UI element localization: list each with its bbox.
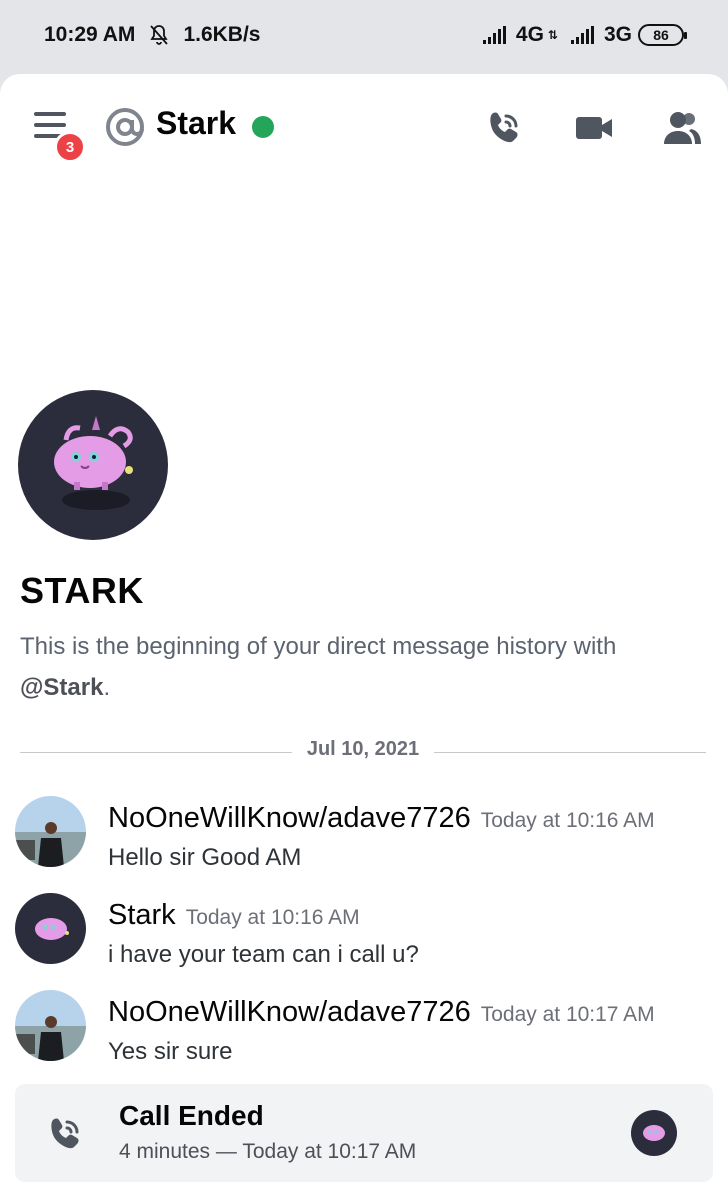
call-ended-card[interactable]: Call Ended 4 minutes — Today at 10:17 AM — [15, 1084, 713, 1182]
message-timestamp: Today at 10:16 AM — [185, 906, 360, 929]
message-timestamp: Today at 10:16 AM — [480, 809, 655, 832]
online-status-dot — [252, 116, 274, 138]
user-avatar[interactable] — [15, 796, 86, 867]
dm-panel: 3 Stark STARK This is the beginning of y… — [0, 74, 728, 1200]
message-timestamp: Today at 10:17 AM — [480, 1003, 655, 1026]
network-type-2: 3G — [603, 23, 632, 46]
at-sign-icon — [106, 108, 144, 146]
welcome-message: This is the beginning of your direct mes… — [20, 626, 700, 708]
message-content: Hello sir Good AM — [108, 844, 302, 871]
data-arrows-icon: ⇅ — [547, 28, 558, 42]
user-avatar[interactable] — [15, 990, 86, 1061]
author-name[interactable]: Stark — [108, 899, 176, 931]
message-author[interactable]: Stark Today at 10:16 AM — [108, 899, 360, 932]
date-divider: Jul 10, 2021 — [20, 738, 706, 768]
divider-line — [434, 752, 706, 753]
divider-line — [20, 752, 292, 753]
signal-icon-2 — [570, 26, 594, 44]
recipient-mention[interactable]: @Stark — [20, 674, 103, 701]
phone-call-icon — [51, 1118, 79, 1149]
recipient-avatar-large — [18, 390, 168, 540]
message-item[interactable]: Stark Today at 10:16 AM i have your team … — [0, 893, 728, 983]
pink-creature-icon — [54, 416, 133, 510]
user-photo-icon — [15, 990, 86, 1061]
bell-off-icon — [150, 25, 169, 45]
menu-icon-bar — [34, 123, 66, 127]
call-participant-avatar[interactable] — [631, 1110, 677, 1156]
status-speed: 1.6KB/s — [183, 23, 261, 46]
network-type-1: 4G — [515, 23, 544, 46]
message-author[interactable]: NoOneWillKnow/adave7726 Today at 10:17 AM — [108, 996, 655, 1029]
members-button[interactable] — [660, 106, 704, 150]
people-icon — [664, 112, 701, 144]
status-time: 10:29 AM — [44, 23, 136, 46]
user-avatar[interactable] — [15, 893, 86, 964]
user-photo-icon — [15, 796, 86, 867]
status-bar: 10:29 AM 1.6KB/s 4G ⇅ 3G 86 — [0, 0, 728, 74]
message-item[interactable]: NoOneWillKnow/adave7726 Today at 10:17 AM… — [0, 990, 728, 1080]
welcome-text-end: . — [103, 674, 111, 701]
pink-creature-icon — [643, 1125, 665, 1141]
message-author[interactable]: NoOneWillKnow/adave7726 Today at 10:16 AM — [108, 802, 655, 835]
signal-icon — [482, 26, 506, 44]
status-left: 10:29 AM 1.6KB/s — [44, 23, 260, 47]
unread-badge: 3 — [54, 131, 86, 163]
video-camera-icon — [576, 117, 612, 139]
author-name[interactable]: NoOneWillKnow/adave7726 — [108, 996, 471, 1028]
message-item[interactable]: NoOneWillKnow/adave7726 Today at 10:16 AM… — [0, 796, 728, 886]
battery-indicator: 86 — [638, 24, 687, 46]
author-name[interactable]: NoOneWillKnow/adave7726 — [108, 802, 471, 834]
menu-icon-bar — [34, 112, 66, 116]
channel-title: Stark — [156, 105, 237, 141]
channel-header: 3 Stark — [0, 74, 728, 178]
video-call-button[interactable] — [572, 106, 616, 150]
phone-call-icon — [490, 112, 518, 143]
recipient-name-heading: STARK — [20, 570, 144, 611]
voice-call-button[interactable] — [482, 106, 526, 150]
divider-date: Jul 10, 2021 — [306, 738, 420, 760]
message-content: Yes sir sure — [108, 1038, 233, 1065]
message-content: i have your team can i call u? — [108, 941, 419, 968]
pink-creature-icon — [35, 918, 69, 940]
call-title: Call Ended — [119, 1100, 264, 1131]
status-right: 4G ⇅ 3G 86 — [482, 23, 687, 47]
welcome-text-part: This is the beginning of your direct mes… — [20, 633, 617, 660]
call-duration: 4 minutes — Today at 10:17 AM — [119, 1140, 417, 1163]
